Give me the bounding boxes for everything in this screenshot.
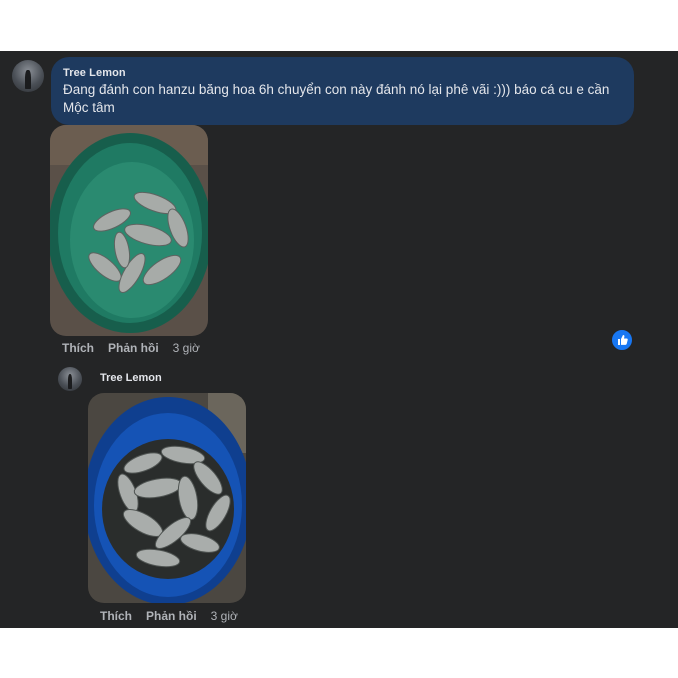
reply-reply-action[interactable]: Phản hồi — [146, 609, 197, 623]
reply-action[interactable]: Phản hồi — [108, 341, 159, 355]
fish-in-green-basin-image — [50, 125, 208, 336]
avatar[interactable] — [12, 60, 44, 92]
fish-in-blue-bucket-image — [88, 393, 246, 603]
reply-like-action[interactable]: Thích — [100, 609, 132, 623]
reply-author[interactable]: Tree Lemon — [100, 372, 162, 384]
reply-actions: Thích Phản hồi 3 giờ — [100, 609, 238, 623]
comment-panel: Tree Lemon Đang đánh con hanzu băng hoa … — [0, 51, 678, 628]
comment-actions: Thích Phản hồi 3 giờ — [62, 341, 200, 355]
comment-photo-green-basin[interactable] — [50, 125, 208, 336]
thumbs-up-icon[interactable] — [611, 329, 633, 351]
like-action[interactable]: Thích — [62, 341, 94, 355]
comment-timestamp[interactable]: 3 giờ — [173, 341, 200, 355]
reply-photo-blue-bucket[interactable] — [88, 393, 246, 603]
reply-timestamp[interactable]: 3 giờ — [211, 609, 238, 623]
comment-text: Đang đánh con hanzu băng hoa 6h chuyển c… — [63, 82, 610, 115]
reply-avatar[interactable] — [58, 367, 82, 391]
comment-author[interactable]: Tree Lemon — [63, 67, 622, 79]
comment-bubble: Tree Lemon Đang đánh con hanzu băng hoa … — [51, 57, 634, 125]
